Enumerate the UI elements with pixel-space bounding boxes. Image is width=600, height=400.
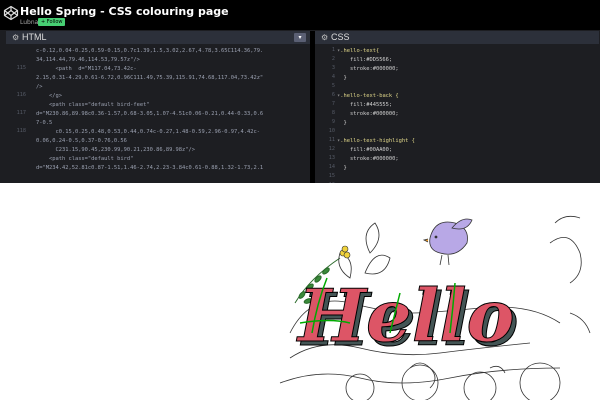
line-number: 14: [328, 164, 335, 170]
line-number: 115: [16, 65, 26, 71]
css-editor-header: ⚙ CSS: [315, 31, 599, 44]
gear-icon[interactable]: ⚙: [321, 33, 328, 42]
css-selector: ▾.hello-text-back {: [337, 93, 399, 99]
line-number: 118: [16, 128, 26, 134]
html-code-line: C231.15,90.45,230.99,90.21,230.86,89.98z…: [36, 147, 196, 153]
line-number: 2: [331, 56, 335, 62]
html-editor[interactable]: ⚙ HTML ▾ 115 116 117 118 c-0.12,0.04-0.25,0…: [6, 31, 310, 183]
css-property: fill:#DD5566;: [337, 57, 393, 63]
top-header: Hello Spring - CSS colouring page Lubna …: [0, 0, 600, 30]
line-number: 117: [16, 110, 26, 116]
line-number: 9: [331, 119, 335, 125]
css-property: fill:#445555;: [337, 102, 393, 108]
html-code-line: d="M230.86,89.98c0.36-1.57,0.68-3.05,1.0…: [36, 111, 264, 117]
html-editor-header: ⚙ HTML ▾: [6, 31, 310, 44]
css-blank-line: [337, 83, 597, 92]
line-number: 5: [331, 83, 335, 89]
html-code-line: <path class="default bird-feet": [36, 102, 150, 108]
line-number: 10: [328, 128, 335, 134]
hello-text: Hello: [296, 273, 515, 358]
html-line-gutter: 115 116 117 118: [6, 44, 28, 183]
css-property: stroke:#000000;: [337, 156, 399, 162]
codepen-logo-icon[interactable]: [3, 5, 19, 21]
line-number: 8: [331, 110, 335, 116]
line-number: 13: [328, 155, 335, 161]
html-code-line: 34,114.44,79.46,114.53,79.57z"/>: [36, 57, 140, 63]
css-close-brace: }: [337, 75, 347, 81]
line-number: 7: [331, 101, 335, 107]
follow-button[interactable]: + Follow: [38, 18, 66, 26]
gear-icon[interactable]: ⚙: [12, 33, 19, 42]
pen-title: Hello Spring - CSS colouring page: [20, 5, 229, 18]
flower-decoration: [339, 245, 351, 259]
css-selector: ▾.hello-text{: [337, 48, 380, 54]
line-number: 4: [331, 74, 335, 80]
bird-illustration: [422, 218, 473, 266]
css-blank-line: [337, 128, 597, 137]
html-code-line: />: [36, 84, 43, 90]
chevron-down-icon[interactable]: ▾: [294, 33, 306, 42]
line-number: 11: [328, 137, 335, 143]
css-line-gutter: 12345678910111213141516: [315, 44, 337, 183]
css-property: fill:#00AA00;: [337, 147, 393, 153]
css-close-brace: }: [337, 120, 347, 126]
css-property: stroke:#000000;: [337, 111, 399, 117]
html-code-line: 0.06,0.24-0.5,0.37-0.76,0.56: [36, 138, 127, 144]
html-code-line: 2.15,0.31-4.29,0.61-6.72,0.96C111.49,75.…: [36, 75, 264, 81]
html-code-line: c0.15,0.25,0.48,0.53,0.44,0.74c-0.27,1.4…: [36, 129, 260, 135]
css-selector: ▾.hello-text-highlight {: [337, 138, 415, 144]
html-editor-label: HTML: [22, 32, 47, 42]
line-number: 15: [328, 173, 335, 179]
line-number: 6: [331, 92, 335, 98]
html-code-line: <path d="M117.04,73.42c-: [36, 66, 137, 72]
hello-spring-artwork: Hello Hello: [279, 215, 591, 400]
line-number: 3: [331, 65, 335, 71]
html-code-line: </g>: [36, 93, 62, 99]
line-number: 116: [16, 92, 26, 98]
line-number: 1: [331, 47, 335, 53]
line-number: 12: [328, 146, 335, 152]
html-code-line: d="M234.42,52.81c0.87-1.51,1.46-2.74,2.2…: [36, 165, 264, 171]
html-code[interactable]: c-0.12,0.04-0.25,0.59-0.15,0.7c1.39,1.5,…: [36, 47, 308, 183]
css-code[interactable]: ▾.hello-text{ fill:#DD5566; stroke:#0000…: [337, 47, 597, 183]
css-editor[interactable]: ⚙ CSS 12345678910111213141516 ▾.hello-te…: [315, 31, 599, 183]
author-name[interactable]: Lubna: [20, 19, 38, 26]
css-close-brace: }: [337, 165, 347, 171]
html-code-line: <path class="default bird": [36, 156, 134, 162]
html-code-line: 7-0.5: [36, 120, 53, 126]
css-editor-label: CSS: [331, 32, 350, 42]
html-code-line: c-0.12,0.04-0.25,0.59-0.15,0.7c1.39,1.5,…: [36, 48, 264, 54]
hello-lettering: Hello Hello: [296, 273, 520, 363]
result-preview[interactable]: Hello Hello: [0, 183, 600, 400]
css-property: stroke:#000000;: [337, 66, 399, 72]
